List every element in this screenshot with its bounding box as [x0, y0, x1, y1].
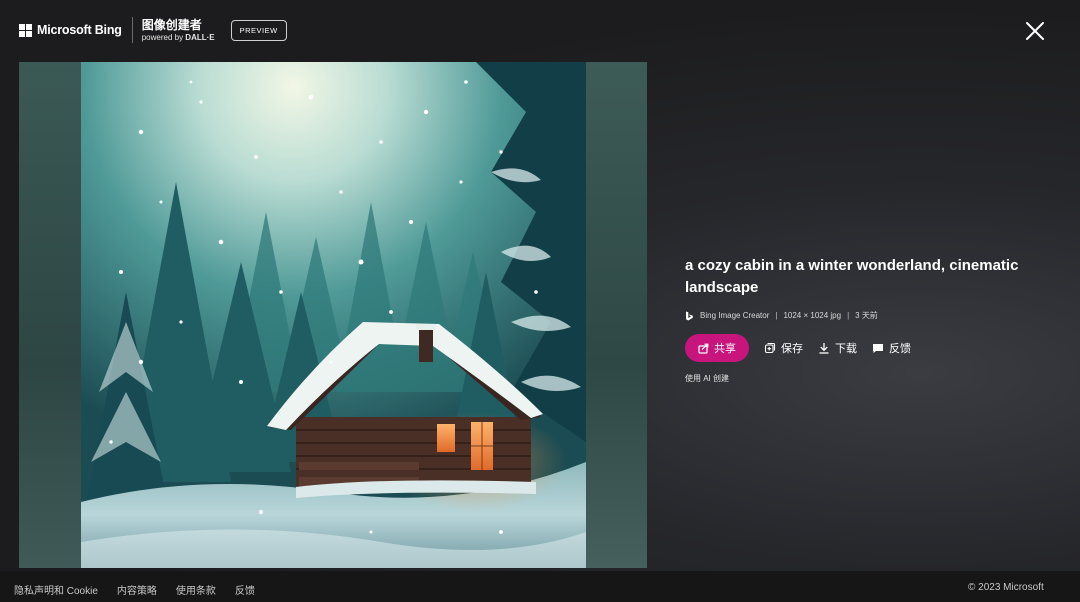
brand-name: Microsoft Bing [37, 23, 122, 37]
brand[interactable]: Microsoft Bing 图像创建者 powered by DALL·E P… [19, 17, 287, 43]
download-button[interactable]: 下载 [818, 340, 857, 356]
feedback-icon [873, 344, 883, 353]
product-title: 图像创建者 [141, 17, 202, 32]
meta-separator: | [775, 311, 778, 320]
feedback-button[interactable]: 反馈 [872, 340, 911, 356]
close-button[interactable] [1024, 20, 1046, 42]
generated-image[interactable] [81, 62, 586, 568]
share-icon [698, 343, 709, 354]
preview-badge: PREVIEW [230, 19, 287, 41]
save-button[interactable]: 保存 [764, 340, 803, 356]
save-collection-icon [764, 342, 776, 354]
footer-link-content-policy[interactable]: 内容策略 [117, 582, 157, 597]
image-viewer-page: Microsoft Bing 图像创建者 powered by DALL·E P… [0, 0, 1080, 602]
powered-by-name: DALL·E [185, 32, 215, 42]
header: Microsoft Bing 图像创建者 powered by DALL·E P… [0, 0, 1080, 60]
image-time: 3 天前 [855, 311, 878, 320]
ai-created-note: 使用 AI 创建 [685, 374, 730, 383]
download-icon [819, 343, 829, 354]
footer-links: 隐私声明和 Cookie 内容策略 使用条款 反馈 [14, 582, 274, 597]
copyright: © 2023 Microsoft [968, 582, 1044, 593]
footer-link-privacy[interactable]: 隐私声明和 Cookie [14, 582, 98, 597]
image-frame [19, 62, 647, 568]
image-backdrop-right [586, 62, 647, 568]
share-label: 共享 [714, 343, 736, 355]
powered-by-prefix: powered by [141, 32, 186, 42]
feedback-label: 反馈 [889, 343, 911, 355]
meta-separator: | [847, 311, 850, 320]
product-name: 图像创建者 powered by DALL·E [142, 19, 215, 42]
powered-by: powered by DALL·E [141, 32, 215, 42]
footer: 隐私声明和 Cookie 内容策略 使用条款 反馈 © 2023 Microso… [0, 571, 1080, 602]
microsoft-logo-icon [19, 23, 32, 37]
close-icon [1026, 22, 1044, 40]
image-meta: Bing Image Creator | 1024 × 1024 jpg | 3… [685, 310, 1045, 321]
save-label: 保存 [781, 343, 803, 355]
download-label: 下载 [835, 343, 857, 355]
image-backdrop-left [19, 62, 81, 568]
image-details: a cozy cabin in a winter wonderland, cin… [685, 255, 1045, 384]
action-bar: 共享 保存 下载 反馈 [685, 334, 1045, 362]
footer-link-terms[interactable]: 使用条款 [176, 582, 216, 597]
prompt-title: a cozy cabin in a winter wonderland, cin… [685, 257, 1019, 296]
brand-divider [131, 17, 133, 43]
footer-link-feedback[interactable]: 反馈 [235, 582, 255, 597]
share-button[interactable]: 共享 [685, 334, 749, 362]
image-source: Bing Image Creator [700, 311, 770, 320]
bing-icon [686, 311, 693, 320]
image-size: 1024 × 1024 jpg [783, 311, 842, 320]
